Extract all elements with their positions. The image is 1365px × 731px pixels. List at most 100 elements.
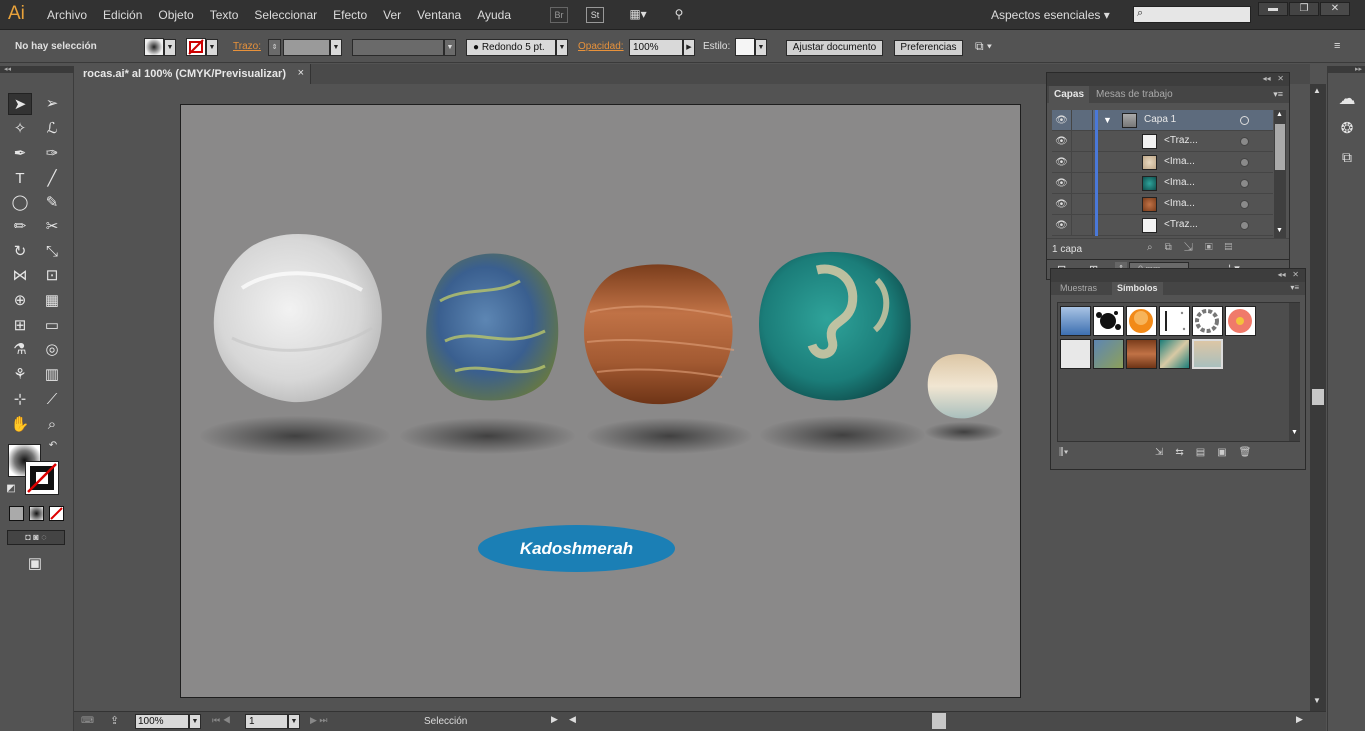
- next-page-icon[interactable]: ▶ ⏭: [310, 715, 328, 726]
- toolbar-grip-icon[interactable]: ◂◂: [0, 66, 74, 73]
- lock-toggle[interactable]: [1073, 215, 1093, 236]
- artboard-tool-icon[interactable]: ⊹: [8, 389, 32, 411]
- stroke-weight-input[interactable]: [283, 39, 330, 56]
- target-icon[interactable]: [1240, 221, 1249, 230]
- scroll-left-icon[interactable]: ◀: [569, 714, 576, 725]
- vertical-scroll-thumb[interactable]: [1312, 389, 1324, 405]
- teal-rock-image[interactable]: [757, 250, 912, 405]
- variable-width-profile[interactable]: [352, 39, 444, 56]
- layer-actions-icon[interactable]: ⌕⧉⇲▣▤: [1147, 242, 1244, 253]
- layer-name[interactable]: <Ima...: [1164, 177, 1195, 188]
- menu-efecto[interactable]: Efecto: [333, 8, 367, 22]
- free-transform-tool-icon[interactable]: ⊡: [40, 265, 64, 287]
- mesh-tool-icon[interactable]: ⊞: [8, 315, 32, 337]
- symbol-paper-texture[interactable]: [1060, 339, 1091, 369]
- fill-swatch[interactable]: [144, 38, 164, 56]
- menu-ver[interactable]: Ver: [383, 8, 401, 22]
- zoom-dropdown[interactable]: ▼: [189, 714, 201, 729]
- symbol-ink-splat[interactable]: [1093, 306, 1124, 336]
- symbol-wood-texture[interactable]: [1126, 339, 1157, 369]
- scroll-down-icon[interactable]: ▼: [1291, 429, 1298, 436]
- target-icon[interactable]: [1240, 200, 1249, 209]
- visibility-eye-icon[interactable]: 👁: [1052, 194, 1072, 215]
- layer-row[interactable]: 👁 <Ima...: [1052, 173, 1273, 194]
- lock-toggle[interactable]: [1073, 131, 1093, 152]
- hand-tool-icon[interactable]: ✋: [8, 414, 32, 436]
- preferences-button[interactable]: Preferencias: [894, 40, 963, 56]
- perspective-grid-tool-icon[interactable]: ▦: [40, 290, 64, 312]
- lock-toggle[interactable]: [1073, 152, 1093, 173]
- vertical-scrollbar[interactable]: ▲ ▼: [1310, 84, 1326, 711]
- expand-arrow-icon[interactable]: ▼: [1103, 115, 1112, 125]
- layer-row[interactable]: 👁 <Ima...: [1052, 194, 1273, 215]
- brush-definition[interactable]: ● Redondo 5 pt.: [466, 39, 556, 56]
- stroke-weight-dropdown[interactable]: ▼: [330, 39, 342, 56]
- visibility-eye-icon[interactable]: 👁: [1052, 173, 1072, 194]
- symbol-actions-icon[interactable]: ⇲⇆▤▣🗑: [1155, 447, 1263, 458]
- document-tab[interactable]: rocas.ai* al 100% (CMYK/Previsualizar) ×: [74, 64, 311, 84]
- align-options-icon[interactable]: ⧉ ▾: [975, 39, 992, 54]
- layer-row[interactable]: 👁 <Traz...: [1052, 215, 1273, 236]
- stroke-color-box[interactable]: [25, 461, 59, 495]
- visibility-eye-icon[interactable]: 👁: [1052, 131, 1072, 152]
- panel-collapse-icon[interactable]: ◂◂ ✕: [1047, 73, 1289, 86]
- control-menu-icon[interactable]: ≡: [1334, 40, 1340, 52]
- column-graph-tool-icon[interactable]: ▥: [40, 364, 64, 386]
- sand-rock-image[interactable]: [926, 352, 1000, 420]
- tab-muestras[interactable]: Muestras: [1055, 282, 1102, 295]
- symbol-sand-texture[interactable]: [1192, 339, 1223, 369]
- ellipse-tool-icon[interactable]: ◯: [8, 192, 32, 214]
- opacity-label[interactable]: Opacidad:: [578, 41, 624, 52]
- paintbrush-tool-icon[interactable]: ✎: [40, 192, 64, 214]
- lock-toggle[interactable]: [1073, 194, 1093, 215]
- status-menu-icon[interactable]: ▶: [551, 714, 558, 725]
- symbol-teal-texture[interactable]: [1159, 339, 1190, 369]
- layers-scrollbar[interactable]: ▲ ▼: [1274, 110, 1286, 238]
- workspace-switcher[interactable]: Aspectos esenciales ▾: [991, 8, 1110, 22]
- layer-row[interactable]: 👁 <Traz...: [1052, 131, 1273, 152]
- panel-collapse-icon[interactable]: ◂◂ ✕: [1051, 269, 1305, 282]
- artboard-number-input[interactable]: 1: [245, 714, 288, 729]
- layer-row[interactable]: 👁 <Ima...: [1052, 152, 1273, 173]
- gradient-mode-icon[interactable]: [29, 506, 44, 521]
- symbol-blue-texture[interactable]: [1093, 339, 1124, 369]
- artboard-dropdown[interactable]: ▼: [288, 714, 300, 729]
- fill-dropdown[interactable]: ▼: [164, 39, 176, 56]
- document-setup-button[interactable]: Ajustar documento: [786, 40, 883, 56]
- visibility-eye-icon[interactable]: 👁: [1052, 152, 1072, 173]
- type-tool-icon[interactable]: T: [8, 168, 32, 190]
- gradient-tool-icon[interactable]: ▭: [40, 315, 64, 337]
- symbols-scrollbar[interactable]: ▼: [1289, 303, 1300, 441]
- shape-builder-tool-icon[interactable]: ⊕: [8, 290, 32, 312]
- eyedropper-tool-icon[interactable]: ⚗: [8, 339, 32, 361]
- tab-simbolos[interactable]: Símbolos: [1112, 282, 1163, 295]
- magic-wand-tool-icon[interactable]: ✧: [8, 118, 32, 140]
- close-tab-icon[interactable]: ×: [298, 67, 304, 79]
- drawing-mode-icon[interactable]: ◘ ◙ ◌: [7, 530, 65, 545]
- layer-name[interactable]: <Traz...: [1164, 219, 1198, 230]
- zoom-input[interactable]: 100%: [135, 714, 189, 729]
- panel-menu-icon[interactable]: ▾≡: [1273, 89, 1283, 100]
- rotate-tool-icon[interactable]: ↻: [8, 241, 32, 263]
- wood-rock-image[interactable]: [582, 262, 737, 406]
- scroll-down-icon[interactable]: ▼: [1313, 696, 1321, 705]
- visibility-eye-icon[interactable]: 👁: [1052, 215, 1072, 236]
- lock-toggle[interactable]: [1073, 110, 1093, 131]
- profile-dropdown[interactable]: ▼: [444, 39, 456, 56]
- horizontal-scroll-thumb[interactable]: [932, 713, 946, 729]
- symbol-sprayer-tool-icon[interactable]: ⚘: [8, 364, 32, 386]
- graphic-style-swatch[interactable]: [735, 38, 755, 56]
- opacity-slider-button[interactable]: ▶: [683, 39, 695, 56]
- brand-badge[interactable]: Kadoshmerah: [478, 525, 675, 572]
- first-page-icon[interactable]: ⏮ ◀: [212, 715, 231, 726]
- scroll-right-icon[interactable]: ▶: [1296, 714, 1303, 725]
- line-tool-icon[interactable]: ╱: [40, 168, 64, 190]
- minimize-button[interactable]: ▬: [1258, 2, 1288, 16]
- symbol-orange-button[interactable]: [1126, 306, 1157, 336]
- color-mode-icon[interactable]: [9, 506, 24, 521]
- default-colors-icon[interactable]: ◩: [4, 482, 18, 496]
- zoom-tool-icon[interactable]: ⌕: [40, 414, 64, 436]
- symbol-blue-banner[interactable]: [1060, 306, 1091, 336]
- visibility-eye-icon[interactable]: 👁: [1052, 110, 1072, 131]
- arrange-documents-icon[interactable]: ▦▾: [624, 7, 652, 23]
